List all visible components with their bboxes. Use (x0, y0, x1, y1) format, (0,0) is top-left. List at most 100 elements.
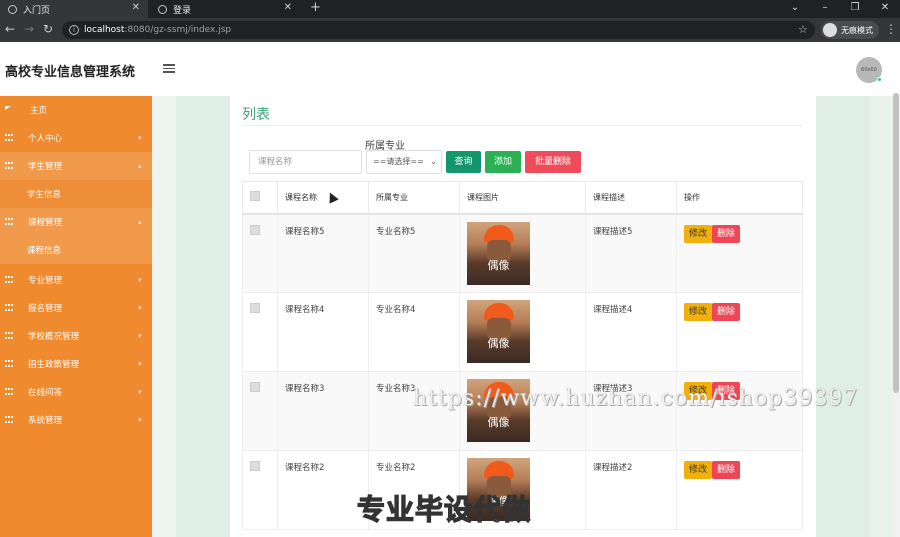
sidebar-item-course-mgmt[interactable]: 课程管理 ▴ (0, 208, 152, 236)
minimize-icon[interactable]: – (810, 0, 840, 16)
page-scrollbar[interactable] (892, 93, 900, 537)
sidebar-subitem-course-info[interactable]: 课程信息 (0, 236, 152, 264)
description-cell: 课程描述5 (585, 213, 677, 293)
sidebar-item-admission-policy[interactable]: 招生政策管理 ▾ (0, 350, 152, 378)
url-field[interactable]: i localhost:8080/gz-ssmj/index.jsp (62, 21, 815, 39)
grid-icon (5, 162, 13, 170)
info-icon[interactable]: i (69, 25, 79, 35)
grid-icon (5, 332, 13, 340)
sidebar: 主页 个人中心 ▾ 学生管理 ▴ 学生信息 课程管理 ▴ 课程信息 专业管理 ▾… (0, 96, 152, 537)
chevron-down-icon: ⌄ (430, 157, 437, 166)
app-title: 高校专业信息管理系统 (5, 65, 136, 80)
table-row: 课程名称3 专业名称3 偶像 课程描述3 修改 删除 (242, 371, 803, 451)
url-watermark: https://www.huzhan.com/ishop39397 (413, 386, 859, 411)
row-checkbox[interactable] (250, 224, 260, 235)
forward-icon[interactable]: → (24, 22, 34, 36)
sidebar-item-online-qa[interactable]: 在线问答 ▾ (0, 378, 152, 406)
globe-icon (158, 4, 167, 14)
column-header: 课程名称 (277, 181, 369, 215)
sidebar-item-label: 个人中心 (28, 134, 63, 144)
edit-button[interactable]: 修改 (684, 303, 713, 321)
checkbox-cell (242, 371, 278, 451)
major-select[interactable]: ==请选择== ⌄ (366, 150, 442, 174)
sidebar-item-label: 报名管理 (28, 304, 63, 314)
bookmark-star-icon[interactable]: ☆ (798, 23, 808, 36)
page-title: 列表 (242, 107, 270, 123)
row-checkbox[interactable] (250, 303, 260, 313)
browser-tab-login[interactable]: 登录 ✕ (150, 0, 300, 18)
text-watermark: 专业毕设代做 (356, 492, 532, 526)
close-tab-icon[interactable]: ✕ (132, 2, 140, 13)
column-header: 操作 (676, 181, 803, 215)
checkbox-cell (242, 292, 278, 372)
tab-title: 入门页 (23, 5, 51, 16)
delete-button[interactable]: 删除 (712, 303, 741, 321)
back-icon[interactable]: ← (5, 22, 15, 36)
menu-toggle-icon[interactable] (163, 62, 175, 74)
address-bar-row: ← → ↻ i localhost:8080/gz-ssmj/index.jsp (0, 18, 900, 42)
table-row: 课程名称5 专业名称5 偶像 课程描述5 修改 删除 (242, 213, 803, 293)
description-cell: 课程描述3 (585, 371, 677, 451)
restore-icon[interactable]: ❐ (840, 0, 870, 16)
actions-cell: 修改 删除 (676, 213, 803, 293)
course-name-search-input[interactable]: 课程名称 (249, 150, 362, 174)
table-row: 课程名称4 专业名称4 偶像 课程描述4 修改 删除 (242, 292, 803, 372)
add-button[interactable]: 添加 (485, 151, 521, 173)
course-image-cell: 偶像 (459, 292, 586, 372)
sidebar-subitem-student-info[interactable]: 学生信息 (0, 180, 152, 208)
window-controls: ⌄ – ❐ ✕ (780, 0, 900, 16)
image-caption: 偶像 (487, 258, 510, 272)
sidebar-item-profile[interactable]: 个人中心 ▾ (0, 124, 152, 152)
select-all-checkbox[interactable] (250, 191, 260, 202)
sidebar-item-label: 在线问答 (28, 388, 63, 398)
sidebar-item-enroll-mgmt[interactable]: 报名管理 ▾ (0, 294, 152, 322)
edit-button[interactable]: 修改 (684, 224, 713, 243)
sidebar-item-label: 专业管理 (28, 276, 63, 286)
sidebar-item-label: 学生管理 (28, 162, 63, 172)
avatar[interactable]: 60x60 (856, 57, 882, 83)
incognito-badge[interactable]: 无痕模式 (821, 21, 879, 39)
browser-menu-icon[interactable]: ⋮ (885, 22, 897, 36)
close-tab-icon[interactable]: ✕ (284, 2, 292, 13)
delete-button[interactable]: 删除 (712, 224, 741, 243)
sidebar-item-home[interactable]: 主页 (0, 96, 152, 124)
incognito-icon (823, 23, 837, 37)
sidebar-item-student-mgmt[interactable]: 学生管理 ▴ (0, 152, 152, 180)
reload-icon[interactable]: ↻ (43, 22, 53, 36)
chevron-down-icon[interactable]: ⌄ (780, 0, 810, 16)
major-cell: 专业名称3 (368, 371, 460, 451)
query-button[interactable]: 查询 (446, 151, 481, 173)
row-checkbox[interactable] (250, 461, 260, 471)
sidebar-item-label: 系统管理 (28, 416, 63, 426)
sidebar-item-label: 课程管理 (28, 218, 63, 228)
batch-delete-button[interactable]: 批量删除 (525, 151, 581, 173)
edit-button[interactable]: 修改 (684, 461, 713, 479)
description-cell: 课程描述4 (585, 292, 677, 372)
grid-icon (5, 304, 13, 312)
grid-icon (5, 276, 13, 284)
row-checkbox[interactable] (250, 382, 260, 392)
title-divider (242, 125, 802, 126)
grid-icon (5, 416, 13, 424)
sidebar-item-school-overview[interactable]: 学校概况管理 ▾ (0, 322, 152, 350)
online-status-dot (877, 77, 882, 82)
column-header: 课程图片 (459, 181, 586, 215)
browser-tab-active[interactable]: 入门页 ✕ (0, 0, 148, 18)
flag-icon (5, 106, 11, 110)
new-tab-button[interactable]: + (310, 0, 321, 15)
app-header: 高校专业信息管理系统 60x60 (0, 42, 900, 96)
course-image: 偶像 (467, 300, 530, 363)
close-window-icon[interactable]: ✕ (870, 0, 900, 16)
sidebar-item-major-mgmt[interactable]: 专业管理 ▾ (0, 266, 152, 294)
scrollbar-thumb[interactable] (893, 93, 899, 393)
caret-up-icon: ▴ (138, 218, 142, 226)
checkbox-cell (242, 450, 278, 530)
sidebar-item-label: 主页 (30, 106, 48, 116)
image-caption: 偶像 (487, 416, 510, 429)
delete-button[interactable]: 删除 (712, 461, 741, 479)
column-header: 课程描述 (585, 181, 677, 215)
description-cell: 课程描述2 (585, 450, 677, 530)
caret-down-icon: ▾ (138, 360, 142, 368)
sidebar-item-label: 学生信息 (27, 190, 62, 200)
sidebar-item-system-mgmt[interactable]: 系统管理 ▾ (0, 406, 152, 434)
